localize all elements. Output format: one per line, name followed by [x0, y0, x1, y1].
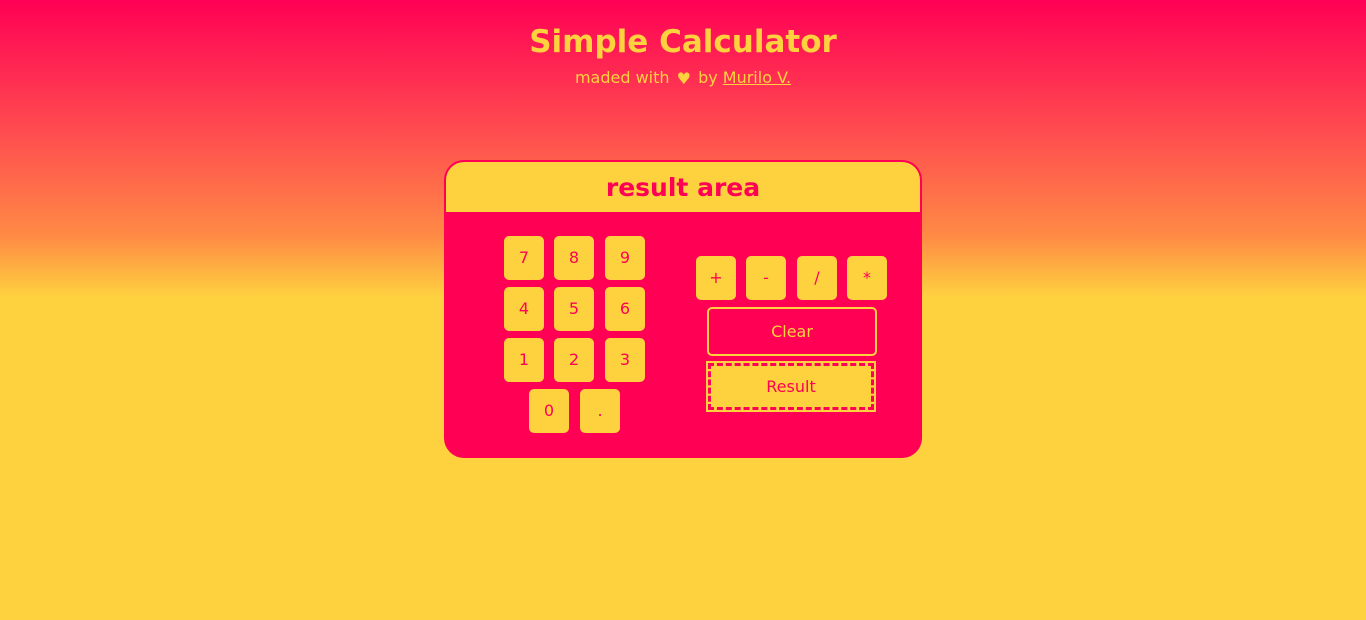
digit-9-button[interactable]: 9: [605, 236, 645, 280]
multiply-button[interactable]: *: [847, 256, 887, 300]
clear-button[interactable]: Clear: [707, 307, 877, 356]
calculator: result area 7 8 9 4 5 6 1 2 3 0 . + - / …: [444, 160, 922, 458]
heart-icon: ♥: [676, 68, 691, 88]
decimal-button[interactable]: .: [580, 389, 620, 433]
divide-button[interactable]: /: [797, 256, 837, 300]
subtract-button[interactable]: -: [746, 256, 786, 300]
digit-0-button[interactable]: 0: [529, 389, 569, 433]
result-display: result area: [446, 162, 920, 212]
subtitle-by: by: [698, 68, 718, 87]
digit-8-button[interactable]: 8: [554, 236, 594, 280]
author-link[interactable]: Murilo V.: [723, 68, 791, 87]
page-header: Simple Calculator maded with ♥ by Murilo…: [0, 22, 1366, 89]
subtitle-prefix: maded with: [574, 68, 670, 87]
page-subtitle: maded with ♥ by Murilo V.: [0, 67, 1366, 89]
result-button[interactable]: Result: [708, 363, 874, 410]
add-button[interactable]: +: [696, 256, 736, 300]
digit-6-button[interactable]: 6: [605, 287, 645, 331]
digit-7-button[interactable]: 7: [504, 236, 544, 280]
digit-1-button[interactable]: 1: [504, 338, 544, 382]
digit-4-button[interactable]: 4: [504, 287, 544, 331]
digit-5-button[interactable]: 5: [554, 287, 594, 331]
digit-3-button[interactable]: 3: [605, 338, 645, 382]
digit-2-button[interactable]: 2: [554, 338, 594, 382]
page-title: Simple Calculator: [529, 24, 837, 60]
